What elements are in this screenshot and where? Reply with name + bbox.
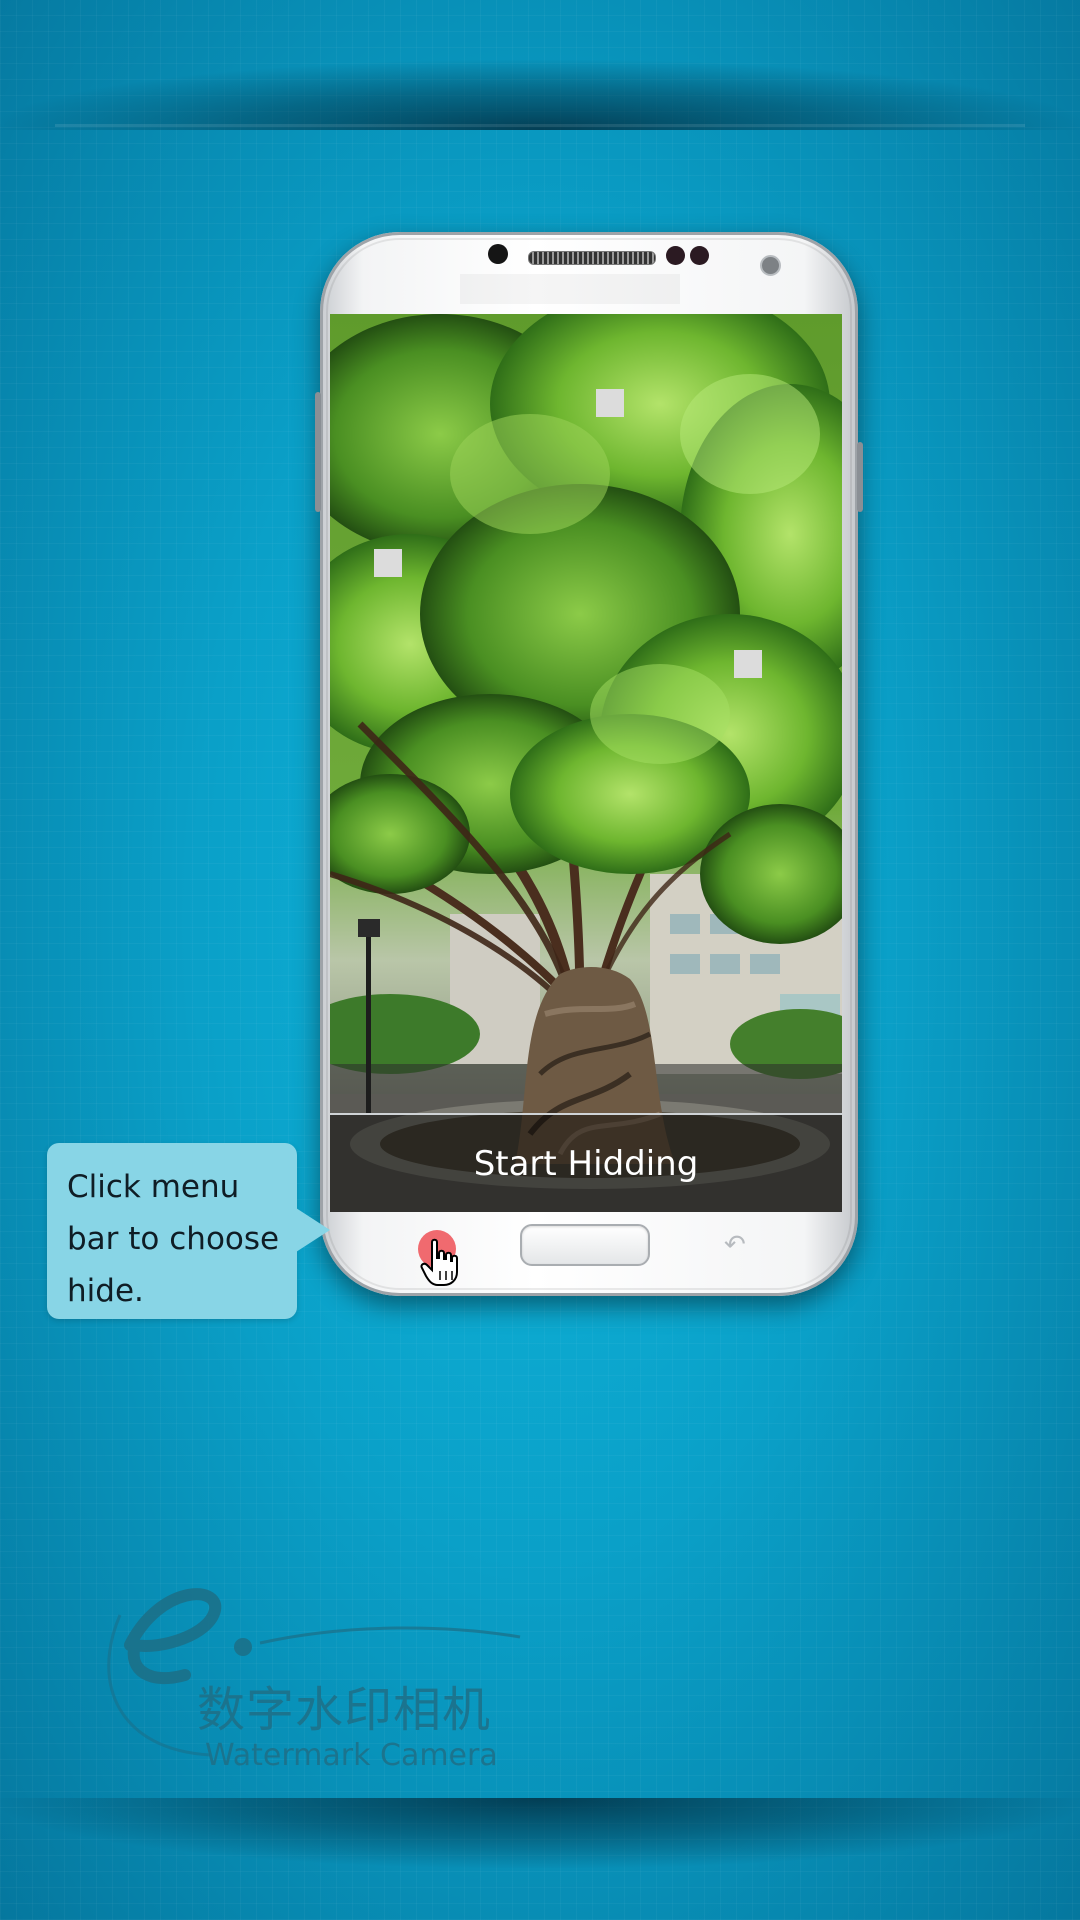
proximity-sensor bbox=[488, 244, 508, 264]
phone-device: Start Hidding ↶ bbox=[315, 232, 863, 1296]
brand-logo-area bbox=[460, 274, 680, 304]
light-sensor bbox=[690, 246, 709, 265]
top-panel-edge bbox=[55, 124, 1025, 127]
start-hiding-button[interactable]: Start Hidding bbox=[330, 1113, 842, 1212]
volume-button bbox=[315, 392, 321, 512]
top-shadow bbox=[0, 60, 1080, 130]
start-hiding-label: Start Hidding bbox=[473, 1143, 699, 1184]
power-button bbox=[857, 442, 863, 512]
watermark-marker[interactable] bbox=[734, 650, 762, 678]
back-arrow-icon[interactable]: ↶ bbox=[724, 1230, 746, 1260]
watermark-marker[interactable] bbox=[596, 389, 624, 417]
light-sensor bbox=[666, 246, 685, 265]
tooltip-pointer bbox=[296, 1208, 330, 1252]
camera-preview-screen[interactable]: Start Hidding bbox=[330, 314, 842, 1212]
brand-chinese-name: 数字水印相机 bbox=[197, 1682, 492, 1738]
watermark-marker[interactable] bbox=[374, 549, 402, 577]
brand-english-name: Watermark Camera bbox=[205, 1738, 498, 1773]
bottom-shadow bbox=[0, 1798, 1080, 1868]
home-button[interactable] bbox=[520, 1224, 650, 1266]
front-camera bbox=[760, 255, 781, 276]
tree-photo bbox=[330, 314, 842, 1212]
hint-text: Click menu bar to choose hide. bbox=[67, 1169, 280, 1309]
brand-watermark: 数字水印相机 Watermark Camera bbox=[100, 1575, 540, 1785]
hand-pointer-icon bbox=[420, 1238, 458, 1286]
earpiece-speaker bbox=[528, 251, 656, 265]
hint-tooltip: Click menu bar to choose hide. bbox=[47, 1143, 297, 1319]
